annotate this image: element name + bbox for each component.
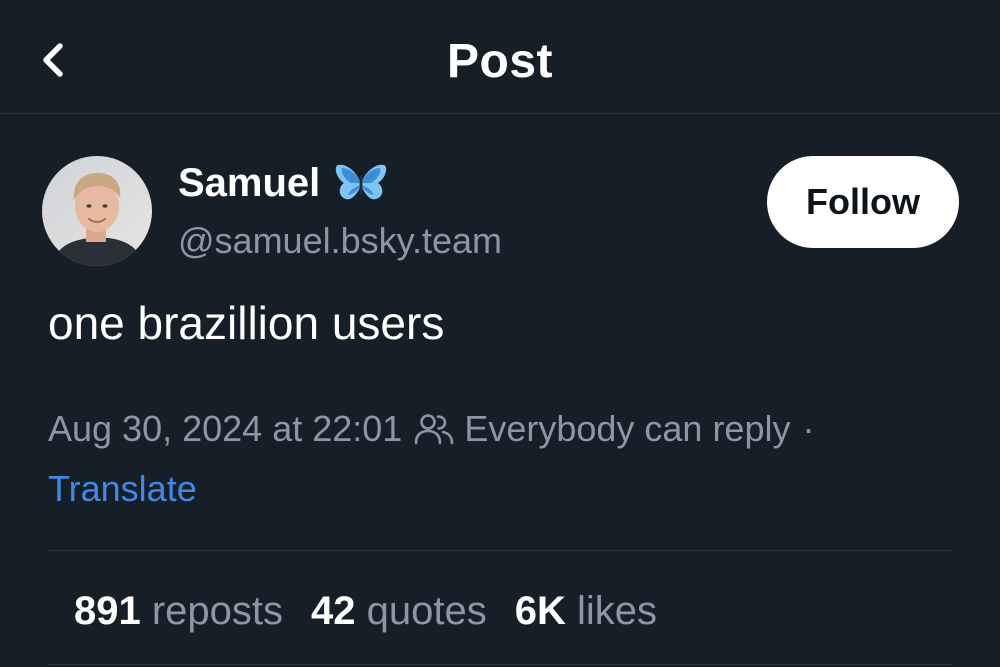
divider	[48, 550, 953, 551]
top-bar: Post	[0, 0, 1000, 114]
quotes-label: quotes	[366, 588, 487, 633]
reply-setting[interactable]: Everybody can reply	[464, 408, 790, 450]
post-screen: Post Samuel @samuel.bsky.team Follow one…	[0, 0, 1000, 667]
follow-button[interactable]: Follow	[767, 156, 959, 248]
reposts-count: 891	[74, 588, 152, 633]
butterfly-icon	[336, 164, 387, 200]
reposts-stat[interactable]: 891 reposts	[74, 589, 283, 634]
divider-bottom	[48, 664, 953, 665]
translate-link[interactable]: Translate	[48, 468, 197, 510]
people-icon	[415, 414, 454, 445]
likes-label: likes	[577, 588, 658, 633]
post-text: one brazillion users	[48, 297, 445, 349]
engagement-stats: 891 reposts 42 quotes 6K likes	[74, 586, 685, 636]
quotes-count: 42	[311, 588, 367, 633]
likes-count: 6K	[514, 588, 577, 633]
post-meta: Aug 30, 2024 at 22:01 Everybody can repl…	[48, 406, 814, 452]
likes-stat[interactable]: 6K likes	[515, 589, 657, 634]
meta-separator: ·	[802, 408, 815, 449]
quotes-stat[interactable]: 42 quotes	[311, 589, 487, 634]
post-timestamp: Aug 30, 2024 at 22:01	[48, 408, 403, 449]
reposts-label: reposts	[151, 588, 284, 633]
author-name-row: Samuel	[178, 158, 388, 208]
avatar[interactable]	[42, 156, 152, 266]
page-title: Post	[446, 35, 553, 88]
author-display-name[interactable]: Samuel	[178, 161, 320, 206]
author-handle[interactable]: @samuel.bsky.team	[178, 220, 502, 262]
avatar-image	[42, 156, 152, 266]
